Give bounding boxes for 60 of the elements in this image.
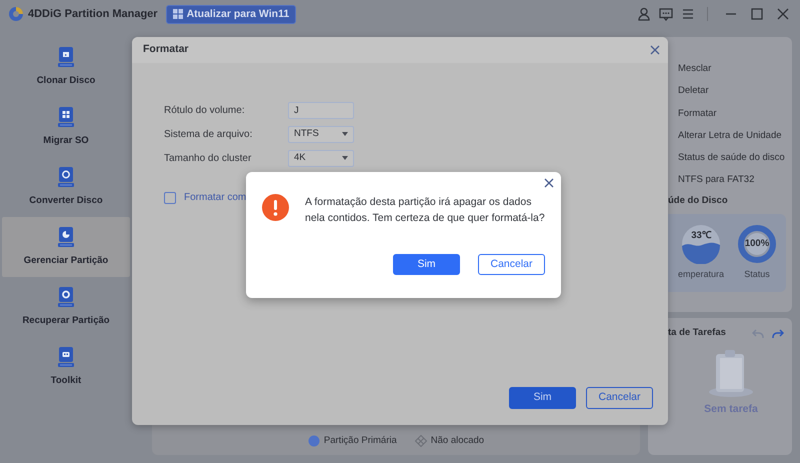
close-icon[interactable] (544, 178, 554, 188)
close-icon[interactable] (650, 45, 660, 55)
disk-icon (57, 166, 75, 188)
sidebar-item[interactable]: Recuperar Partição (2, 277, 130, 337)
legend-label: Partição Primária (324, 434, 397, 448)
confirm-button[interactable]: Sim (509, 387, 576, 409)
checkbox-label: Formatar com (184, 191, 246, 205)
sidebar-item[interactable]: Migrar SO (2, 97, 130, 157)
operation-link[interactable]: Status de saúde do disco (678, 151, 788, 166)
gauge-label: Status (744, 268, 770, 281)
sidebar-item[interactable]: Converter Disco (2, 157, 130, 217)
select-field[interactable]: NTFS (288, 126, 354, 142)
field-label: Rótulo do volume: (164, 104, 246, 118)
primary-partition-icon (308, 435, 320, 447)
dialog-title: Formatar (143, 42, 190, 58)
caret-icon (342, 132, 348, 136)
maximize-icon[interactable] (750, 7, 764, 21)
windows-icon (172, 9, 183, 19)
redo-icon[interactable] (772, 328, 784, 339)
chat-icon[interactable] (659, 7, 673, 21)
unallocated-icon (414, 435, 427, 447)
logo-icon (8, 6, 24, 22)
operation-link[interactable]: NTFS para FAT32 (678, 173, 788, 188)
sidebar-item[interactable]: Gerenciar Partição (2, 217, 130, 277)
operation-link[interactable]: Mesclar (678, 62, 788, 76)
menu-icon[interactable] (681, 7, 695, 21)
status-gauge (736, 224, 778, 264)
field-label: Sistema de arquivo: (164, 128, 254, 142)
warning-icon (262, 194, 289, 221)
input-field[interactable]: J (288, 102, 354, 118)
gauge-value: 100% (744, 236, 770, 251)
section-title: úde do Disco (667, 194, 729, 208)
temperature-gauge (680, 224, 722, 264)
field-label: Tamanho do cluster (164, 152, 252, 166)
disk-icon (57, 106, 75, 128)
legend-label: Não alocado (430, 434, 484, 448)
operation-link[interactable]: Alterar Letra de Unidade (678, 128, 788, 143)
sidebar-item[interactable]: Clonar Disco (2, 37, 130, 97)
user-icon[interactable] (637, 7, 651, 21)
caret-icon (342, 156, 348, 160)
operation-link[interactable]: Deletar (678, 84, 788, 98)
disk-icon (57, 46, 75, 68)
disk-icon (57, 226, 75, 248)
clipboard-drawing (706, 348, 756, 398)
gauge-label: emperatura (678, 268, 724, 281)
confirm-button[interactable]: Sim (393, 254, 460, 275)
upgrade-button[interactable]: Atualizar para Win11 (166, 4, 296, 24)
checkbox[interactable] (164, 192, 176, 204)
cancel-button[interactable]: Cancelar (586, 387, 653, 409)
section-title: ta de Tarefas (668, 326, 727, 340)
operation-link[interactable]: Formatar (678, 106, 788, 121)
close-icon[interactable] (776, 7, 790, 21)
cancel-button[interactable]: Cancelar (478, 254, 545, 275)
app-title: 4DDiG Partition Manager (28, 6, 158, 22)
select-field[interactable]: 4K (288, 150, 354, 166)
sidebar-item[interactable]: Toolkit (2, 337, 130, 397)
disk-icon (57, 346, 75, 368)
gauge-value: 33℃ (690, 228, 712, 243)
dialog-message: A formatação desta partição irá apagar os dados nela contidos. Tem certeza de que quer formatá-la? (305, 195, 545, 226)
disk-icon (57, 286, 75, 308)
